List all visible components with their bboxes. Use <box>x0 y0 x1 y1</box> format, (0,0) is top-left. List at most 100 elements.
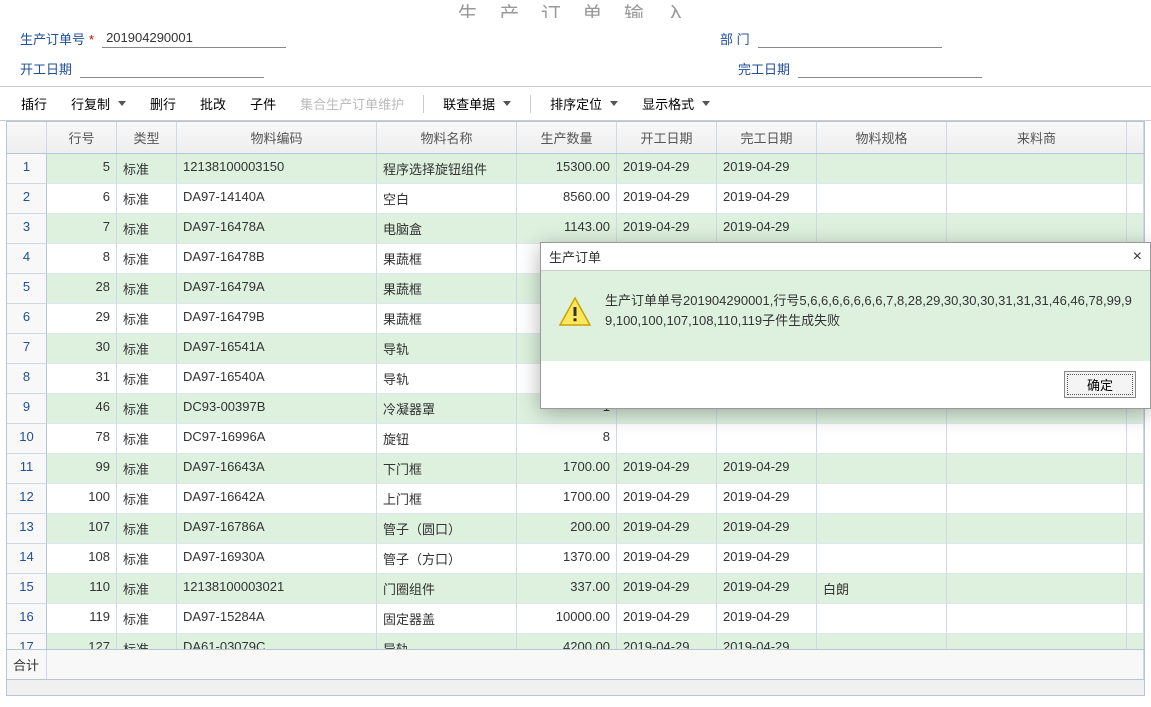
data-cell[interactable]: 标准 <box>117 274 177 304</box>
column-header[interactable]: 生产数量 <box>517 122 617 153</box>
data-cell[interactable]: 标准 <box>117 214 177 244</box>
data-cell[interactable] <box>1127 514 1144 544</box>
data-cell[interactable]: 2019-04-29 <box>717 574 817 604</box>
table-row[interactable]: 1199标准DA97-16643A下门框1700.002019-04-29201… <box>7 454 1144 484</box>
data-cell[interactable]: 107 <box>47 514 117 544</box>
data-cell[interactable]: 2019-04-29 <box>717 154 817 184</box>
data-cell[interactable] <box>817 634 947 649</box>
data-cell[interactable]: 2019-04-29 <box>617 484 717 514</box>
insert-row-button[interactable]: 插行 <box>10 91 58 116</box>
data-cell[interactable]: 8 <box>517 424 617 454</box>
data-cell[interactable]: 空白 <box>377 184 517 214</box>
data-cell[interactable] <box>1127 214 1144 244</box>
data-cell[interactable]: 2019-04-29 <box>617 514 717 544</box>
data-cell[interactable]: 标准 <box>117 154 177 184</box>
data-cell[interactable]: 110 <box>47 574 117 604</box>
data-cell[interactable]: DA97-15284A <box>177 604 377 634</box>
data-cell[interactable]: 标准 <box>117 544 177 574</box>
data-cell[interactable]: 200.00 <box>517 514 617 544</box>
data-cell[interactable] <box>947 454 1127 484</box>
data-cell[interactable]: 2019-04-29 <box>717 544 817 574</box>
data-cell[interactable]: 12138100003150 <box>177 154 377 184</box>
table-row[interactable]: 14108标准DA97-16930A管子（方口）1370.002019-04-2… <box>7 544 1144 574</box>
data-cell[interactable]: 果蔬框 <box>377 274 517 304</box>
data-cell[interactable]: 白朗 <box>817 574 947 604</box>
order-no-input[interactable] <box>102 28 286 48</box>
data-cell[interactable]: 标准 <box>117 484 177 514</box>
data-cell[interactable]: 标准 <box>117 394 177 424</box>
data-cell[interactable]: DA97-16930A <box>177 544 377 574</box>
data-cell[interactable]: 标准 <box>117 364 177 394</box>
data-cell[interactable] <box>947 604 1127 634</box>
data-cell[interactable]: 2019-04-29 <box>717 454 817 484</box>
data-cell[interactable]: 8560.00 <box>517 184 617 214</box>
data-cell[interactable]: 12138100003021 <box>177 574 377 604</box>
data-cell[interactable]: DA97-16540A <box>177 364 377 394</box>
column-header[interactable]: 完工日期 <box>717 122 817 153</box>
data-cell[interactable]: 1143.00 <box>517 214 617 244</box>
data-cell[interactable] <box>947 184 1127 214</box>
data-cell[interactable] <box>947 214 1127 244</box>
data-cell[interactable]: DA97-16479B <box>177 304 377 334</box>
data-cell[interactable] <box>1127 484 1144 514</box>
data-cell[interactable] <box>1127 184 1144 214</box>
data-cell[interactable]: 2019-04-29 <box>717 214 817 244</box>
data-cell[interactable]: 标准 <box>117 184 177 214</box>
data-cell[interactable]: 2019-04-29 <box>617 184 717 214</box>
table-row[interactable]: 17127标准DA61-03079C导轨4200.002019-04-29201… <box>7 634 1144 649</box>
sort-locate-button[interactable]: 排序定位 <box>539 91 629 116</box>
data-cell[interactable]: 1700.00 <box>517 484 617 514</box>
table-row[interactable]: 26标准DA97-14140A空白8560.002019-04-292019-0… <box>7 184 1144 214</box>
data-cell[interactable]: 标准 <box>117 574 177 604</box>
table-row[interactable]: 15110标准12138100003021门圈组件337.002019-04-2… <box>7 574 1144 604</box>
table-row[interactable]: 37标准DA97-16478A电脑盒1143.002019-04-292019-… <box>7 214 1144 244</box>
data-cell[interactable]: 2019-04-29 <box>717 634 817 649</box>
data-cell[interactable]: 2019-04-29 <box>617 604 717 634</box>
data-cell[interactable]: 导轨 <box>377 364 517 394</box>
column-header[interactable]: 类型 <box>117 122 177 153</box>
data-cell[interactable]: 2019-04-29 <box>617 214 717 244</box>
data-cell[interactable]: 导轨 <box>377 334 517 364</box>
data-cell[interactable]: 上门框 <box>377 484 517 514</box>
data-cell[interactable] <box>1127 424 1144 454</box>
data-cell[interactable] <box>817 184 947 214</box>
data-cell[interactable] <box>947 154 1127 184</box>
data-cell[interactable]: 电脑盒 <box>377 214 517 244</box>
data-cell[interactable] <box>947 574 1127 604</box>
data-cell[interactable]: 标准 <box>117 604 177 634</box>
data-cell[interactable] <box>947 544 1127 574</box>
data-cell[interactable]: 门圈组件 <box>377 574 517 604</box>
data-cell[interactable]: 2019-04-29 <box>617 454 717 484</box>
data-cell[interactable] <box>1127 454 1144 484</box>
data-cell[interactable]: 2019-04-29 <box>617 544 717 574</box>
data-cell[interactable]: DA97-16643A <box>177 454 377 484</box>
data-cell[interactable]: 导轨 <box>377 634 517 649</box>
data-cell[interactable] <box>947 514 1127 544</box>
data-cell[interactable]: 标准 <box>117 334 177 364</box>
data-cell[interactable]: 8 <box>47 244 117 274</box>
data-cell[interactable]: 108 <box>47 544 117 574</box>
data-cell[interactable]: 2019-04-29 <box>717 484 817 514</box>
data-cell[interactable]: 10000.00 <box>517 604 617 634</box>
data-cell[interactable]: 下门框 <box>377 454 517 484</box>
data-cell[interactable]: 标准 <box>117 244 177 274</box>
data-cell[interactable] <box>1127 574 1144 604</box>
data-cell[interactable]: 标准 <box>117 304 177 334</box>
data-cell[interactable]: DC93-00397B <box>177 394 377 424</box>
data-cell[interactable]: 5 <box>47 154 117 184</box>
data-cell[interactable]: 29 <box>47 304 117 334</box>
horizontal-scrollbar[interactable] <box>7 679 1144 695</box>
data-cell[interactable]: DA61-03079C <box>177 634 377 649</box>
link-query-button[interactable]: 联查单据 <box>432 91 522 116</box>
dept-input[interactable] <box>758 28 942 48</box>
data-cell[interactable] <box>1127 154 1144 184</box>
table-row[interactable]: 13107标准DA97-16786A管子（圆口）200.002019-04-29… <box>7 514 1144 544</box>
data-cell[interactable]: 4200.00 <box>517 634 617 649</box>
data-cell[interactable] <box>817 544 947 574</box>
data-cell[interactable]: 标准 <box>117 454 177 484</box>
data-cell[interactable]: 337.00 <box>517 574 617 604</box>
data-cell[interactable]: DA97-16478B <box>177 244 377 274</box>
data-cell[interactable]: 7 <box>47 214 117 244</box>
data-cell[interactable] <box>947 634 1127 649</box>
data-cell[interactable] <box>817 214 947 244</box>
